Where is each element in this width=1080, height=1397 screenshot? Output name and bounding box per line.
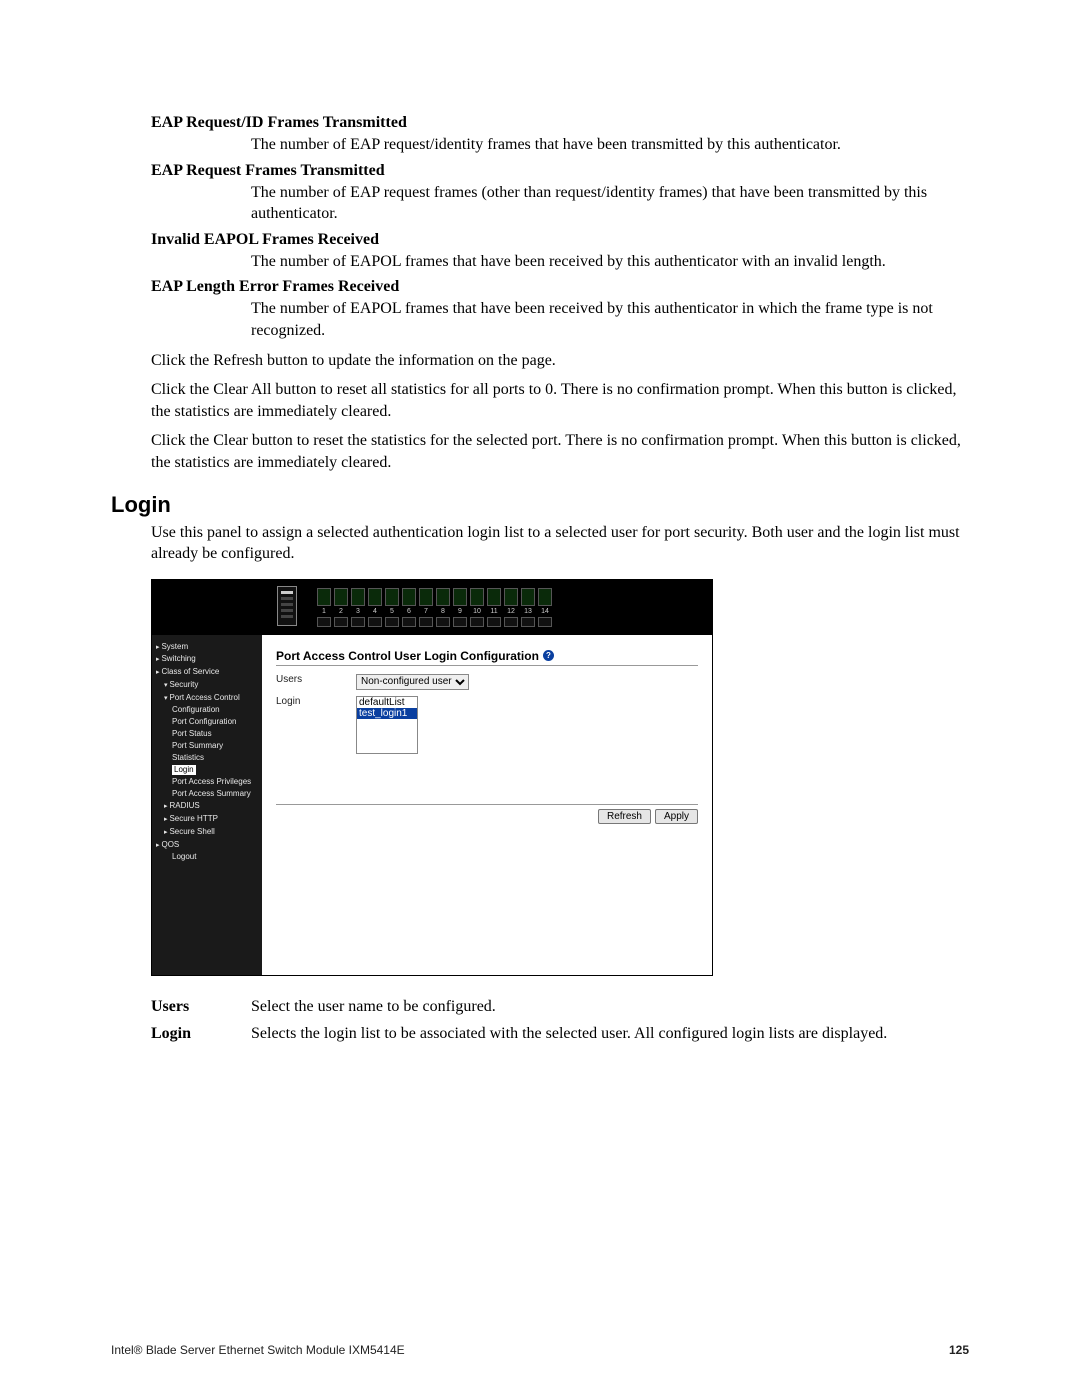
refresh-note: Click the Refresh button to update the i…: [151, 350, 969, 372]
divider: [276, 665, 698, 666]
port-jack[interactable]: [436, 588, 450, 606]
port-jack[interactable]: [385, 588, 399, 606]
port-number: 12: [504, 608, 518, 615]
port-jack[interactable]: [453, 588, 467, 606]
nav-item-security[interactable]: Security: [156, 679, 258, 692]
login-heading: Login: [111, 492, 969, 518]
port-diagram: 1234567891011121314: [317, 586, 552, 627]
nav-item-port-access-summary[interactable]: Port Access Summary: [156, 788, 258, 800]
port-number: 5: [385, 608, 399, 615]
login-option[interactable]: defaultList: [357, 697, 417, 708]
port-number: 14: [538, 608, 552, 615]
login-listbox[interactable]: defaultListtest_login1: [356, 696, 418, 754]
switch-module-icon: [277, 586, 297, 626]
port-number: 8: [436, 608, 450, 615]
def-term-0: EAP Request/ID Frames Transmitted: [151, 114, 969, 132]
port-jack[interactable]: [368, 588, 382, 606]
refresh-button[interactable]: Refresh: [598, 809, 651, 824]
port-led: [385, 617, 399, 627]
port-led: [334, 617, 348, 627]
port-jack[interactable]: [470, 588, 484, 606]
port-led: [470, 617, 484, 627]
port-led: [538, 617, 552, 627]
nav-item-radius[interactable]: RADIUS: [156, 800, 258, 813]
nav-item-class-of-service[interactable]: Class of Service: [156, 666, 258, 679]
def-body-1: The number of EAP request frames (other …: [251, 182, 969, 225]
nav-item-port-access-privileges[interactable]: Port Access Privileges: [156, 776, 258, 788]
port-number: 7: [419, 608, 433, 615]
login-desc: Selects the login list to be associated …: [251, 1023, 969, 1045]
port-led: [436, 617, 450, 627]
port-led: [419, 617, 433, 627]
port-jack[interactable]: [521, 588, 535, 606]
login-intro: Use this panel to assign a selected auth…: [151, 522, 969, 565]
nav-item-secure-http[interactable]: Secure HTTP: [156, 813, 258, 826]
port-number: 6: [402, 608, 416, 615]
port-jack[interactable]: [487, 588, 501, 606]
label-users: Users: [276, 674, 356, 685]
port-number: 3: [351, 608, 365, 615]
def-term-2: Invalid EAPOL Frames Received: [151, 231, 969, 249]
panel-title-text: Port Access Control User Login Configura…: [276, 649, 539, 663]
nav-item-switching[interactable]: Switching: [156, 653, 258, 666]
login-option[interactable]: test_login1: [357, 708, 417, 719]
users-desc: Select the user name to be configured.: [251, 996, 969, 1018]
panel-title: Port Access Control User Login Configura…: [276, 649, 698, 663]
port-jack[interactable]: [317, 588, 331, 606]
port-led: [521, 617, 535, 627]
device-banner: 1234567891011121314: [152, 580, 712, 635]
port-number: 11: [487, 608, 501, 615]
nav-item-logout[interactable]: Logout: [156, 851, 258, 863]
users-term: Users: [151, 996, 251, 1018]
def-body-3: The number of EAPOL frames that have bee…: [251, 298, 969, 341]
label-login: Login: [276, 696, 356, 707]
port-number: 2: [334, 608, 348, 615]
nav-item-secure-shell[interactable]: Secure Shell: [156, 826, 258, 839]
clear-note: Click the Clear button to reset the stat…: [151, 430, 969, 473]
port-led: [487, 617, 501, 627]
nav-item-port-configuration[interactable]: Port Configuration: [156, 716, 258, 728]
nav-item-port-status[interactable]: Port Status: [156, 728, 258, 740]
port-jack[interactable]: [504, 588, 518, 606]
port-jack[interactable]: [351, 588, 365, 606]
apply-button[interactable]: Apply: [655, 809, 698, 824]
footer-title: Intel® Blade Server Ethernet Switch Modu…: [111, 1343, 405, 1357]
def-term-1: EAP Request Frames Transmitted: [151, 162, 969, 180]
port-led: [317, 617, 331, 627]
port-led: [368, 617, 382, 627]
port-jack[interactable]: [334, 588, 348, 606]
port-number: 13: [521, 608, 535, 615]
port-jack[interactable]: [419, 588, 433, 606]
nav-item-configuration[interactable]: Configuration: [156, 704, 258, 716]
port-number: 9: [453, 608, 467, 615]
users-select[interactable]: Non-configured user: [356, 674, 469, 690]
def-term-3: EAP Length Error Frames Received: [151, 278, 969, 296]
port-led: [351, 617, 365, 627]
port-jack[interactable]: [538, 588, 552, 606]
nav-item-login[interactable]: Login: [156, 764, 258, 776]
page-number: 125: [949, 1343, 969, 1357]
def-body-2: The number of EAPOL frames that have bee…: [251, 251, 969, 273]
nav-item-port-access-control[interactable]: Port Access Control: [156, 692, 258, 705]
port-number: 4: [368, 608, 382, 615]
port-number: 10: [470, 608, 484, 615]
def-body-0: The number of EAP request/identity frame…: [251, 134, 969, 156]
port-led: [453, 617, 467, 627]
embedded-screenshot: 1234567891011121314 SystemSwitchingClass…: [151, 579, 713, 976]
nav-item-port-summary[interactable]: Port Summary: [156, 740, 258, 752]
nav-tree[interactable]: SystemSwitchingClass of ServiceSecurityP…: [152, 635, 262, 975]
port-led: [504, 617, 518, 627]
nav-item-system[interactable]: System: [156, 641, 258, 654]
port-number: 1: [317, 608, 331, 615]
port-jack[interactable]: [402, 588, 416, 606]
help-icon[interactable]: ?: [543, 650, 554, 661]
login-term: Login: [151, 1023, 251, 1045]
port-led: [402, 617, 416, 627]
clearall-note: Click the Clear All button to reset all …: [151, 379, 969, 422]
nav-item-statistics[interactable]: Statistics: [156, 752, 258, 764]
nav-item-qos[interactable]: QOS: [156, 839, 258, 852]
